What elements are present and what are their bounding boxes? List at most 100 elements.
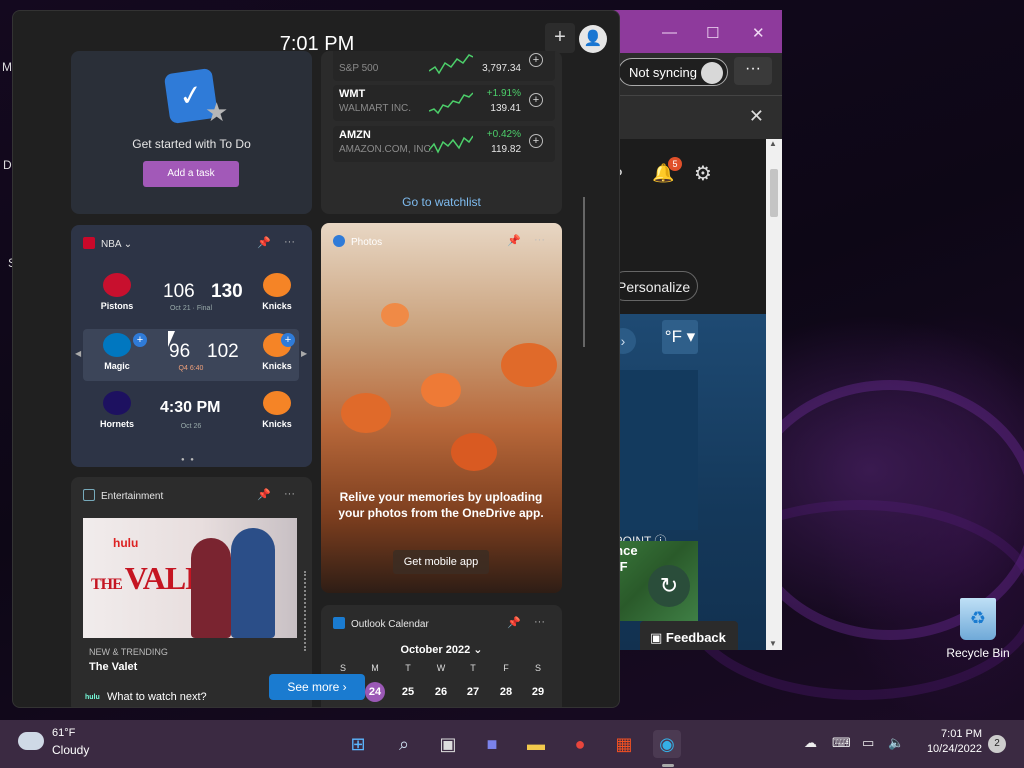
pin-icon[interactable]: 📌 (507, 234, 521, 247)
recycle-bin-shortcut[interactable]: ♻ Recycle Bin (944, 598, 1012, 660)
add-stock-icon[interactable]: + (529, 93, 543, 107)
stock-row[interactable]: S&P 500 3,797.34 + (333, 51, 555, 81)
more-menu-button[interactable]: ··· (734, 57, 772, 85)
edge-banner: ✕ (600, 95, 782, 139)
taskbar-clock[interactable]: 7:01 PM 10/24/2022 (912, 728, 982, 755)
profile-avatar (701, 62, 723, 84)
stock-row[interactable]: WMT WALMART INC. +1.91% 139.41 + (333, 85, 555, 121)
follow-team-button[interactable]: + (281, 333, 295, 347)
add-widget-button[interactable]: + (545, 23, 575, 53)
widgets-scrollbar[interactable] (583, 197, 585, 347)
chrome-icon[interactable]: ● (566, 730, 594, 758)
away-team: Knicks (247, 333, 307, 371)
calendar-day[interactable]: 25 (398, 682, 418, 702)
poppy-flower (451, 433, 497, 471)
widget-header[interactable]: NBA ⌄ (83, 237, 132, 250)
refresh-icon[interactable]: ↻ (648, 565, 690, 607)
sync-label: Not syncing (629, 65, 697, 80)
calendar-day[interactable]: 27 (463, 682, 483, 702)
knicks-logo-icon (263, 273, 291, 297)
close-banner-icon[interactable]: ✕ (749, 106, 764, 127)
microsoft-store-icon[interactable]: ▦ (610, 730, 638, 758)
add-stock-icon[interactable]: + (529, 134, 543, 148)
stock-change: +0.42% (486, 129, 521, 140)
see-more-button[interactable]: See more › (269, 674, 365, 700)
scrollbar-thumb[interactable] (770, 169, 778, 217)
calendar-day[interactable]: 26 (431, 682, 451, 702)
photos-message: Relive your memories by uploading your p… (338, 490, 544, 520)
home-team: Pistons (87, 273, 147, 311)
weather-temperature: 61°F (52, 727, 76, 739)
volume-icon[interactable]: 🔈 (888, 735, 904, 751)
desktop-icon-label[interactable]: M (2, 60, 12, 74)
more-options-icon[interactable]: ··· (284, 236, 295, 248)
scroll-down-icon[interactable]: ▼ (769, 639, 777, 648)
calendar-day[interactable]: 28 (496, 682, 516, 702)
gear-icon[interactable]: ⚙ (694, 161, 712, 186)
calendar-day-today[interactable]: 24 (365, 682, 385, 702)
edge-icon[interactable]: ◉ (653, 730, 681, 758)
notification-count-badge[interactable]: 2 (988, 735, 1006, 753)
what-to-watch-link[interactable]: What to watch next? (107, 691, 207, 703)
clock-date: 10/24/2022 (926, 743, 982, 755)
widget-header[interactable]: Entertainment (83, 489, 163, 502)
stock-row[interactable]: AMZN AMAZON.COM, INC. +0.42% 119.82 + (333, 126, 555, 162)
account-avatar-icon[interactable]: 👤 (579, 25, 607, 53)
next-game-icon[interactable]: ▶ (301, 349, 307, 358)
pin-icon[interactable]: 📌 (257, 236, 271, 249)
poppy-flower (421, 373, 461, 407)
pin-icon[interactable]: 📌 (507, 616, 521, 629)
file-explorer-icon[interactable]: ▬ (522, 730, 550, 758)
calendar-day[interactable]: 29 (528, 682, 548, 702)
widget-header[interactable]: Outlook Calendar (333, 617, 429, 630)
teams-chat-icon[interactable]: ■ (478, 730, 506, 758)
weather-condition: Cloudy (52, 743, 90, 757)
entertainment-icon (83, 489, 95, 501)
temperature-unit-select[interactable]: °F ▾ (662, 320, 698, 354)
add-stock-icon[interactable]: + (529, 53, 543, 67)
edge-window: — ☐ ✕ Not syncing ··· ✕ P 🔔 5 ⚙ Personal… (600, 10, 782, 650)
stock-price: 119.82 (491, 144, 521, 155)
search-icon[interactable]: ⌕ (390, 730, 418, 758)
edge-page-content: P 🔔 5 ⚙ Personalize › °F ▾ W POINT ⓘ ° d… (600, 139, 766, 650)
watchlist-link[interactable]: Go to watchlist (321, 195, 562, 209)
desktop-icon-label[interactable]: D (3, 158, 12, 172)
magic-logo-icon (103, 333, 131, 357)
calendar-month-select[interactable]: October 2022 ⌄ (321, 643, 562, 656)
game-time: 4:30 PM (160, 399, 221, 416)
game-row[interactable]: Hornets 4:30 PM Oct 26 Knicks (83, 387, 299, 439)
scroll-up-icon[interactable]: ▲ (769, 139, 777, 148)
keyboard-icon[interactable]: ⌨ (832, 735, 851, 751)
get-mobile-app-button[interactable]: Get mobile app (393, 550, 489, 574)
edge-scrollbar[interactable]: ▲ ▼ (766, 139, 782, 650)
onedrive-icon[interactable]: ☁ (804, 735, 817, 751)
day-of-week: T (405, 663, 411, 673)
follow-team-button[interactable]: + (133, 333, 147, 347)
maximize-button[interactable]: ☐ (706, 24, 719, 42)
poppy-flower (501, 343, 557, 387)
task-view-icon[interactable]: ▣ (434, 730, 462, 758)
start-windows-icon[interactable]: ⊞ (344, 730, 372, 758)
personalize-button[interactable]: Personalize (610, 271, 698, 301)
game-row[interactable]: Pistons 106 130 Oct 21 · Final Knicks (83, 269, 299, 321)
todo-title: Get started with To Do (132, 137, 251, 151)
network-icon[interactable]: ▭ (862, 735, 874, 751)
more-options-icon[interactable]: ··· (284, 488, 295, 500)
more-options-icon[interactable]: ··· (534, 234, 545, 246)
sync-button[interactable]: Not syncing (618, 58, 728, 86)
weather-panel: › °F ▾ W POINT ⓘ ° dence 58°F ↻ ▣ Feedba… (600, 314, 766, 650)
previous-game-icon[interactable]: ◀ (75, 349, 81, 358)
close-button[interactable]: ✕ (752, 24, 765, 42)
more-options-icon[interactable]: ··· (534, 616, 545, 628)
game-row[interactable]: Magic + 96 102 Q4 6:40 Knicks + (83, 329, 299, 381)
page-indicator[interactable]: ● ● (181, 457, 196, 463)
carousel-scroll-indicator[interactable] (304, 571, 307, 651)
feedback-button[interactable]: ▣ Feedback (640, 621, 738, 650)
pin-icon[interactable]: 📌 (257, 488, 271, 501)
minimize-button[interactable]: — (662, 24, 677, 41)
show-title[interactable]: The Valet (89, 661, 137, 673)
add-task-button[interactable]: Add a task (143, 161, 239, 187)
show-poster[interactable]: hulu THE VALET (83, 518, 297, 638)
widget-header[interactable]: Photos (333, 235, 382, 248)
away-score: 102 (207, 341, 239, 362)
